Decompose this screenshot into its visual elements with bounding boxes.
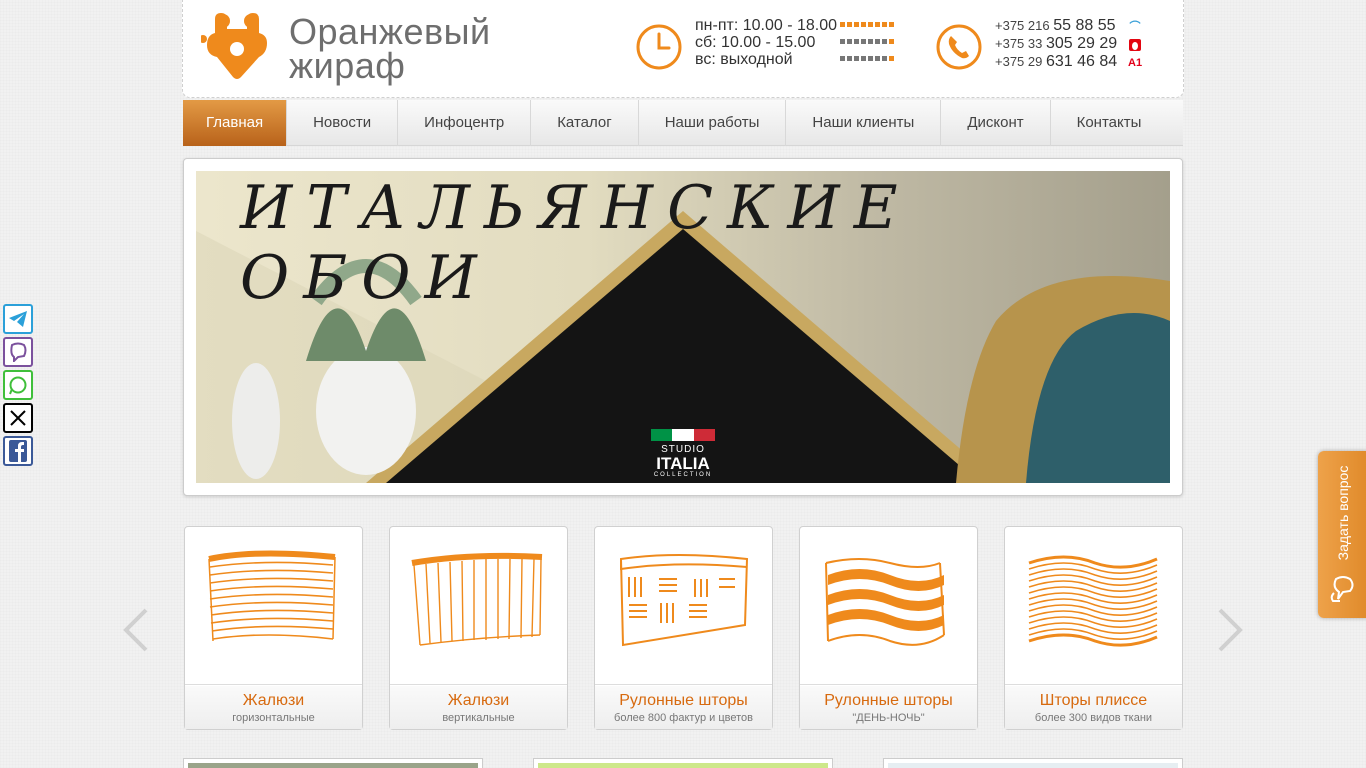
social-links <box>3 304 33 469</box>
facebook-icon[interactable] <box>3 436 33 466</box>
day-night-blinds-icon <box>825 558 945 646</box>
nav-item-discount[interactable]: Дисконт <box>941 100 1051 146</box>
studio-italia-logo: STUDIO ITALIA COLLECTION <box>651 429 715 478</box>
hours-sunday: вс: выходной <box>695 51 793 68</box>
carousel-next-arrow-icon[interactable] <box>1216 608 1244 652</box>
vertical-blinds-icon <box>411 552 543 646</box>
product-card-roller-blinds[interactable]: Рулонные шторы более 800 фактур и цветов <box>594 526 773 730</box>
ask-question-button[interactable]: Задать вопрос <box>1318 451 1366 618</box>
hours-saturday: сб: 10.00 - 15.00 <box>695 34 816 51</box>
product-card-vertical-blinds[interactable]: Жалюзи вертикальные <box>389 526 568 730</box>
viber-icon[interactable] <box>3 337 33 367</box>
site-header: Оранжевый жираф пн-пт: 10.00 - 18.00 сб:… <box>182 0 1184 98</box>
telegram-icon[interactable] <box>3 304 33 334</box>
banner-title: ИТАЛЬЯНСКИЕ ОБОИ <box>240 173 912 313</box>
product-title: Жалюзи <box>447 692 510 709</box>
logo-line-2: жираф <box>289 45 406 86</box>
nav-item-home[interactable]: Главная <box>183 100 288 146</box>
product-title: Рулонные шторы <box>619 692 748 709</box>
nav-item-our-clients[interactable]: Наши клиенты <box>786 100 942 146</box>
product-card-pleated-blinds[interactable]: Шторы плиссе более 300 видов ткани <box>1004 526 1183 730</box>
mts-icon <box>1128 38 1142 52</box>
chat-bubble-icon <box>1330 576 1354 602</box>
product-title: Шторы плиссе <box>1039 692 1148 709</box>
clock-icon <box>636 24 682 70</box>
phone-row[interactable]: +375 29 631 46 84 <box>995 53 1117 71</box>
hours-weekdays: пн-пт: 10.00 - 18.00 <box>695 17 838 34</box>
giraffe-logo-icon <box>201 13 267 79</box>
logo-line-1: Оранжевый <box>289 11 491 52</box>
nav-item-news[interactable]: Новости <box>287 100 399 146</box>
news-preview-card[interactable] <box>183 758 483 768</box>
a1-icon: A1 <box>1128 57 1143 69</box>
product-card-day-night-blinds[interactable]: Рулонные шторы "ДЕНЬ-НОЧЬ" <box>799 526 978 730</box>
product-card-horizontal-blinds[interactable]: Жалюзи горизонтальные <box>184 526 363 730</box>
product-subtitle: более 800 фактур и цветов <box>614 712 753 724</box>
product-subtitle: горизонтальные <box>232 712 315 724</box>
roller-blinds-icon <box>619 554 749 647</box>
product-title: Рулонные шторы <box>824 692 953 709</box>
ask-question-label: Задать вопрос <box>1335 465 1351 561</box>
product-title: Жалюзи <box>242 692 305 709</box>
product-subtitle: вертикальные <box>442 712 515 724</box>
phone-row[interactable]: +375 216 55 88 55 <box>995 17 1117 35</box>
nav-item-our-works[interactable]: Наши работы <box>639 100 787 146</box>
velcom-icon: ⌒ <box>1129 21 1141 33</box>
banner-slider: ИТАЛЬЯНСКИЕ ОБОИ STUDIO ITALIA COLLECTIO… <box>183 158 1183 496</box>
horizontal-blinds-icon <box>208 550 336 642</box>
italian-flag-icon <box>651 429 715 441</box>
weekday-indicator <box>840 22 894 73</box>
main-nav: Главная Новости Инфоцентр Каталог Наши р… <box>183 100 1183 146</box>
nav-item-catalog[interactable]: Каталог <box>531 100 639 146</box>
phone-row[interactable]: +375 33 305 29 29 <box>995 35 1117 53</box>
logo[interactable]: Оранжевый жираф <box>201 11 501 86</box>
logo-text: Оранжевый жираф <box>289 11 491 86</box>
pleated-blinds-icon <box>1028 555 1158 647</box>
news-preview-card[interactable] <box>883 758 1183 768</box>
phones: +375 216 55 88 55 +375 33 305 29 29 +375… <box>933 17 1173 77</box>
nav-item-contacts[interactable]: Контакты <box>1051 100 1168 146</box>
news-preview-card[interactable] <box>533 758 833 768</box>
product-subtitle: более 300 видов ткани <box>1034 712 1153 724</box>
phone-icon <box>936 24 982 70</box>
product-carousel: Жалюзи горизонтальные Жалюзи вертикальны… <box>184 526 1184 730</box>
whatsapp-icon[interactable] <box>3 370 33 400</box>
nav-item-infocenter[interactable]: Инфоцентр <box>398 100 532 146</box>
product-subtitle: "ДЕНЬ-НОЧЬ" <box>852 712 925 724</box>
working-hours: пн-пт: 10.00 - 18.00 сб: 10.00 - 15.00 в… <box>633 17 903 77</box>
x-icon[interactable] <box>3 403 33 433</box>
carousel-prev-arrow-icon[interactable] <box>122 608 150 652</box>
banner-image[interactable]: ИТАЛЬЯНСКИЕ ОБОИ STUDIO ITALIA COLLECTIO… <box>196 171 1170 483</box>
